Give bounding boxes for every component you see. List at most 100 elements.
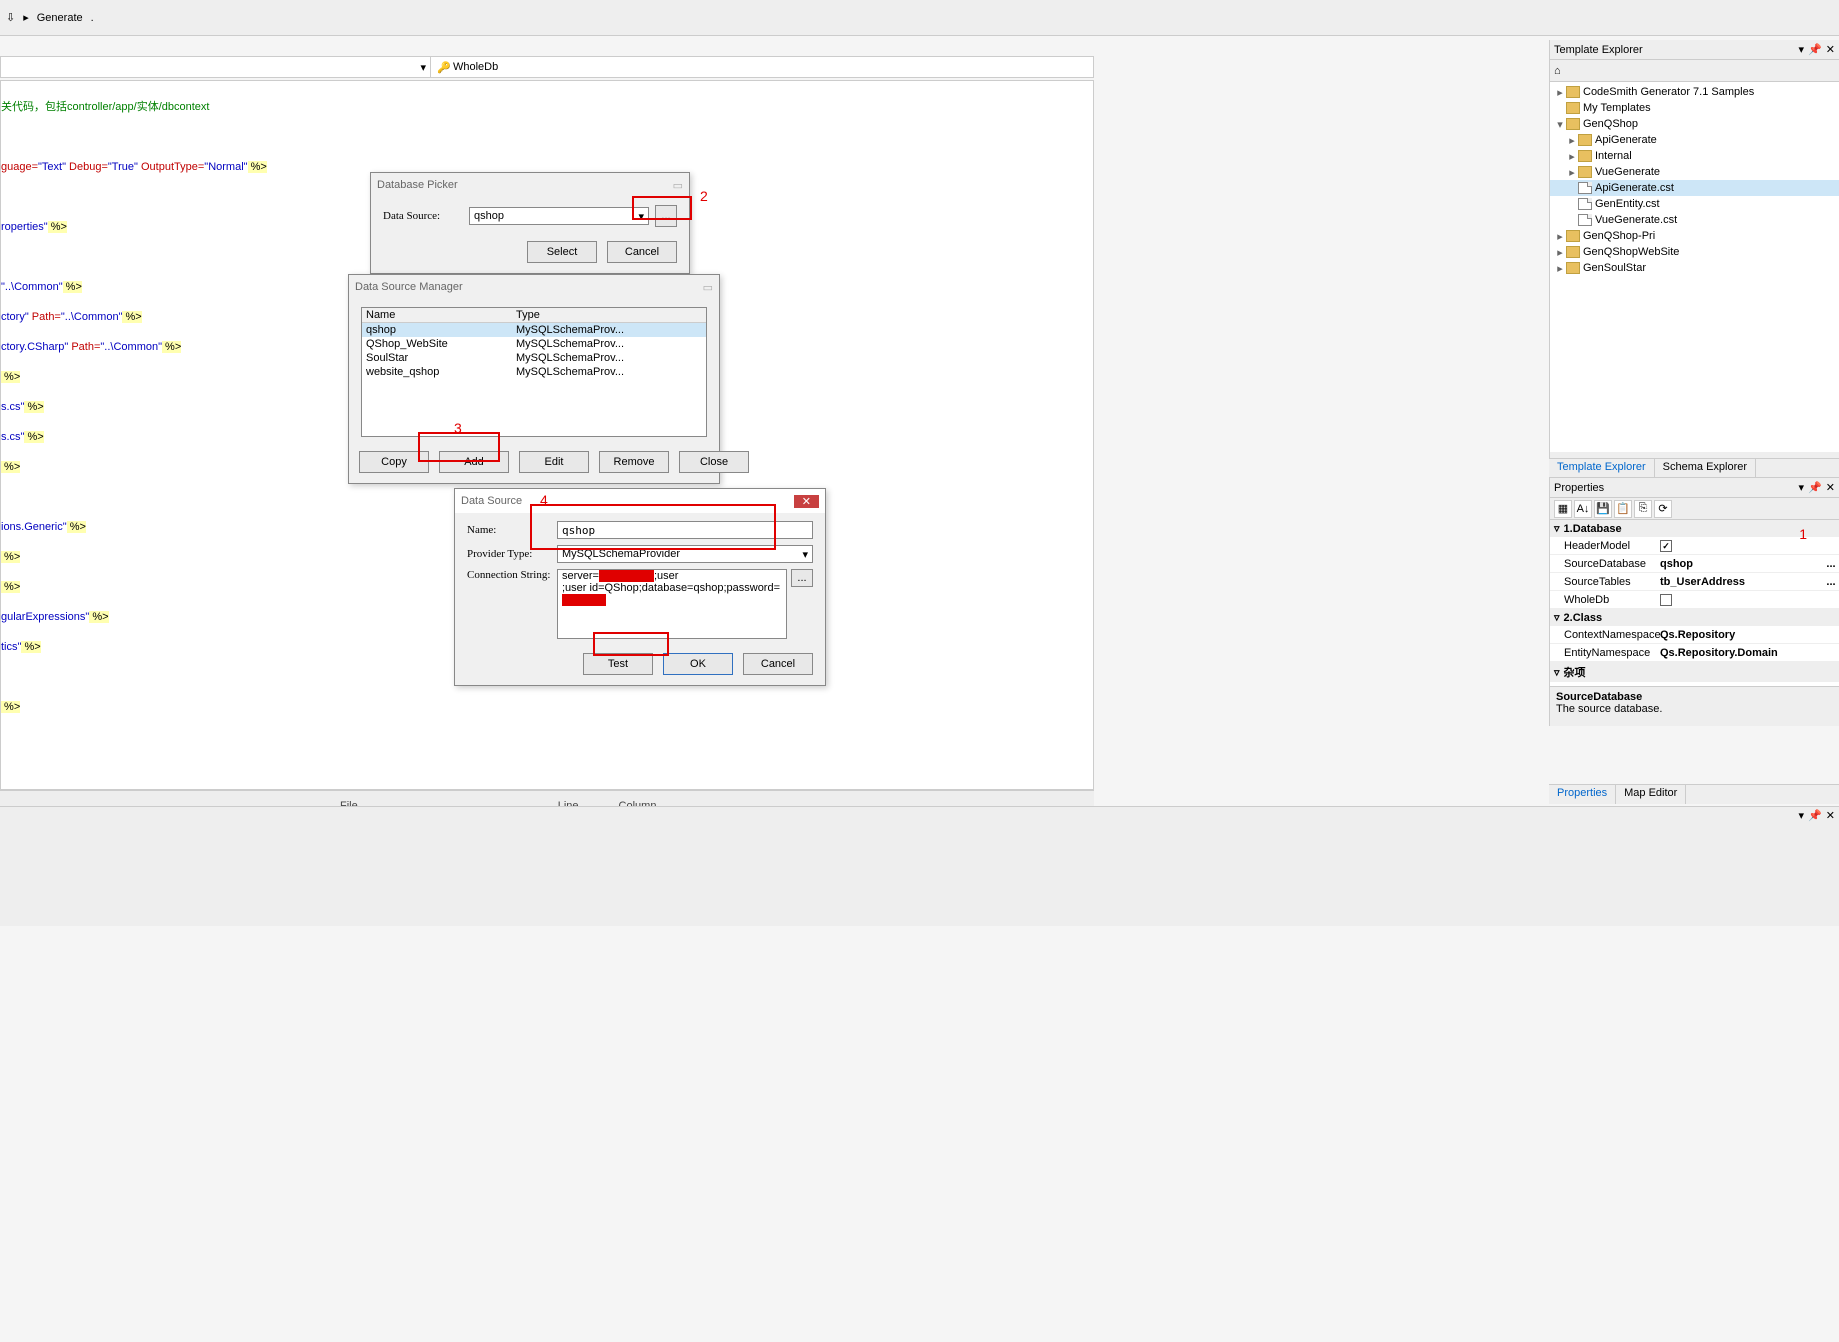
close-icon[interactable]: ✕ <box>1826 43 1835 56</box>
checkbox[interactable] <box>1660 594 1672 606</box>
add-button[interactable]: Add <box>439 451 509 473</box>
breadcrumb-generate[interactable]: Generate <box>37 12 83 24</box>
paste-icon[interactable]: 📋 <box>1614 500 1632 518</box>
collapse-icon[interactable]: ▿ <box>1554 522 1560 535</box>
expand-icon[interactable]: ▾ <box>1554 118 1566 131</box>
browse-button[interactable]: ... <box>655 205 677 227</box>
data-source-dialog: Data Source ✕ Name: Provider Type: MySQL… <box>454 488 826 686</box>
tree-label: VueGenerate <box>1595 166 1660 178</box>
dropdown-icon[interactable]: ▾ <box>1799 43 1805 56</box>
label-name: Name: <box>467 524 557 536</box>
label-data-source: Data Source: <box>383 210 463 222</box>
tree-item[interactable]: ▾GenQShop <box>1550 116 1839 132</box>
copy-button[interactable]: Copy <box>359 451 429 473</box>
data-source-row[interactable]: SoulStarMySQLSchemaProv... <box>362 351 706 365</box>
close-button[interactable]: Close <box>679 451 749 473</box>
data-source-list[interactable]: NameType qshopMySQLSchemaProv...QShop_We… <box>361 307 707 437</box>
download-icon[interactable]: ⇩ <box>6 11 15 24</box>
checkbox[interactable]: ✓ <box>1660 540 1672 552</box>
tab-map-editor[interactable]: Map Editor <box>1616 785 1686 804</box>
tree-item[interactable]: ▸ApiGenerate <box>1550 132 1839 148</box>
expand-icon[interactable]: ▸ <box>1554 86 1566 99</box>
tree-item[interactable]: ▸ VueGenerate <box>1550 164 1839 180</box>
folder-icon <box>1578 150 1592 162</box>
property-category[interactable]: ▿1.Database <box>1550 520 1839 537</box>
close-icon[interactable]: ✕ <box>1826 809 1835 822</box>
edit-button[interactable]: Edit <box>519 451 589 473</box>
property-row[interactable]: ContextNamespaceQs.Repository <box>1550 626 1839 644</box>
pin-icon[interactable]: 📌 <box>1808 481 1822 494</box>
dropdown-icon[interactable]: ▾ <box>1799 809 1805 822</box>
property-grid[interactable]: ▿1.DatabaseHeaderModel✓SourceDatabaseqsh… <box>1550 520 1839 700</box>
close-icon[interactable]: ▭ <box>673 179 683 192</box>
property-row[interactable]: EntityNamespaceQs.Repository.Domain <box>1550 644 1839 662</box>
property-row[interactable]: SourceTablestb_UserAddress... <box>1550 573 1839 591</box>
property-row[interactable]: SourceDatabaseqshop... <box>1550 555 1839 573</box>
tree-item[interactable]: ▸Internal <box>1550 148 1839 164</box>
collapse-icon[interactable]: ▿ <box>1554 666 1560 679</box>
tab-properties[interactable]: Properties <box>1549 785 1616 804</box>
dialog-title: Database Picker <box>377 179 458 191</box>
build-button[interactable]: ... <box>791 569 813 587</box>
folder-icon <box>1566 246 1580 258</box>
panel-title: Properties <box>1554 482 1604 494</box>
tree-item[interactable]: ▸GenQShop-Pri <box>1550 228 1839 244</box>
close-icon[interactable]: ✕ <box>794 495 819 508</box>
copy-icon[interactable]: ⎘ <box>1634 500 1652 518</box>
expand-icon[interactable]: ▸ <box>1566 166 1578 179</box>
close-icon[interactable]: ✕ <box>1826 481 1835 494</box>
property-row[interactable]: HeaderModel✓ <box>1550 537 1839 555</box>
tree-item[interactable]: ▸GenQShopWebSite <box>1550 244 1839 260</box>
ok-button[interactable]: OK <box>663 653 733 675</box>
data-source-combo[interactable]: qshop ▾ <box>469 207 649 225</box>
ellipsis-button[interactable]: ... <box>1823 576 1839 588</box>
provider-combo[interactable]: MySQLSchemaProvider ▾ <box>557 545 813 563</box>
collapse-icon[interactable]: ▿ <box>1554 611 1560 624</box>
properties-toolbar: ▦ A↓ 💾 📋 ⎘ ⟳ <box>1550 498 1839 520</box>
expand-icon[interactable]: ▸ <box>1554 246 1566 259</box>
reset-icon[interactable]: ⟳ <box>1654 500 1672 518</box>
save-icon[interactable]: 💾 <box>1594 500 1612 518</box>
ellipsis-button[interactable]: ... <box>1823 558 1839 570</box>
connstring-input[interactable]: server=xxxxxxxxxx;user;user id=QShop;dat… <box>557 569 787 639</box>
tree-label: GenSoulStar <box>1583 262 1646 274</box>
scope-combo[interactable]: ▾ <box>1 57 431 77</box>
tab-schema-explorer[interactable]: Schema Explorer <box>1655 459 1756 477</box>
expand-icon[interactable]: ▸ <box>1566 134 1578 147</box>
select-button[interactable]: Select <box>527 241 597 263</box>
expand-icon[interactable]: ▸ <box>1554 262 1566 275</box>
explorer-tabs: Template Explorer Schema Explorer <box>1549 458 1839 478</box>
cancel-button[interactable]: Cancel <box>743 653 813 675</box>
tab-template-explorer[interactable]: Template Explorer <box>1549 459 1655 477</box>
alpha-sort-icon[interactable]: A↓ <box>1574 500 1592 518</box>
remove-button[interactable]: Remove <box>599 451 669 473</box>
home-icon[interactable]: ⌂ <box>1554 65 1561 77</box>
categorize-icon[interactable]: ▦ <box>1554 500 1572 518</box>
dropdown-icon[interactable]: ▾ <box>1799 481 1805 494</box>
member-dropdown[interactable]: 🔑 WholeDb <box>431 57 1093 77</box>
property-category[interactable]: ▿2.Class <box>1550 609 1839 626</box>
template-tree[interactable]: ▸CodeSmith Generator 7.1 SamplesMy Templ… <box>1550 82 1839 452</box>
tree-item[interactable]: ▸ GenSoulStar <box>1550 260 1839 276</box>
name-input[interactable] <box>557 521 813 539</box>
cancel-button[interactable]: Cancel <box>607 241 677 263</box>
tree-item[interactable]: ApiGenerate.cst <box>1550 180 1839 196</box>
tree-label: VueGenerate.cst <box>1595 214 1677 226</box>
tree-item[interactable]: ▸CodeSmith Generator 7.1 Samples <box>1550 84 1839 100</box>
tree-item[interactable]: My Templates <box>1550 100 1839 116</box>
expand-icon[interactable]: ▸ <box>1566 150 1578 163</box>
property-row[interactable]: WholeDb <box>1550 591 1839 609</box>
data-source-row[interactable]: QShop_WebSiteMySQLSchemaProv... <box>362 337 706 351</box>
expand-icon[interactable]: ▸ <box>1554 230 1566 243</box>
data-source-row[interactable]: website_qshopMySQLSchemaProv... <box>362 365 706 379</box>
pin-icon[interactable]: 📌 <box>1808 43 1822 56</box>
tree-item[interactable]: VueGenerate.cst <box>1550 212 1839 228</box>
close-icon[interactable]: ▭ <box>703 281 713 294</box>
folder-icon <box>1566 230 1580 242</box>
pin-icon[interactable]: 📌 <box>1808 809 1822 822</box>
tree-item[interactable]: GenEntity.cst <box>1550 196 1839 212</box>
data-source-row[interactable]: qshopMySQLSchemaProv... <box>362 323 706 337</box>
label-provider: Provider Type: <box>467 548 557 560</box>
property-category[interactable]: ▿杂项 <box>1550 662 1839 682</box>
test-button[interactable]: Test <box>583 653 653 675</box>
